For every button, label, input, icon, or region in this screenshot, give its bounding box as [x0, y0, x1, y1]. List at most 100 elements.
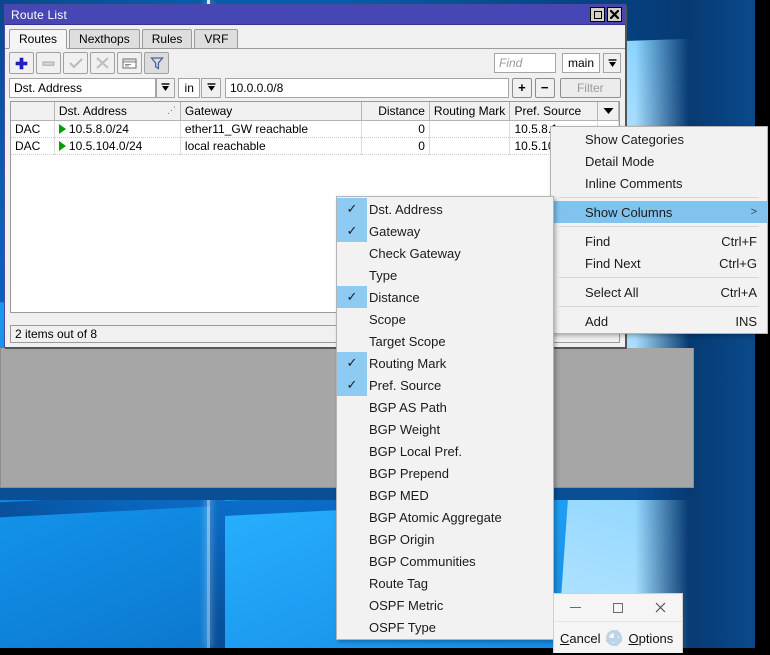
column-menu-item-label: Routing Mark — [369, 355, 447, 371]
options-button[interactable]: Options — [628, 631, 673, 646]
dialog-maximize-button[interactable] — [597, 594, 640, 621]
filter-add-button[interactable]: + — [512, 77, 532, 98]
column-menu-item[interactable]: BGP Communities — [337, 550, 553, 572]
column-menu-item[interactable]: BGP Atomic Aggregate — [337, 506, 553, 528]
routing-table-select[interactable]: main — [561, 53, 600, 73]
column-menu-item[interactable]: BGP Prepend — [337, 462, 553, 484]
window-titlebar: Route List — [5, 5, 625, 25]
column-menu-item[interactable]: BGP Local Pref. — [337, 440, 553, 462]
checkbox-empty-icon — [337, 242, 367, 264]
menu-item-detail-mode[interactable]: Detail Mode — [551, 150, 767, 172]
menu-item-find-next[interactable]: Find Next Ctrl+G — [551, 252, 767, 274]
add-button[interactable] — [9, 52, 34, 74]
column-menu-item[interactable]: Target Scope — [337, 330, 553, 352]
find-placeholder: Find — [498, 56, 523, 70]
menu-item-inline-comments[interactable]: Inline Comments — [551, 172, 767, 194]
filter-button[interactable] — [144, 52, 169, 74]
close-button[interactable] — [607, 7, 622, 22]
route-active-icon — [58, 141, 66, 151]
cell-routing-mark — [429, 137, 511, 155]
table-row[interactable]: DAC 10.5.8.0/24 ether11_GW reachable 0 1… — [11, 120, 619, 138]
enable-button[interactable] — [63, 52, 88, 74]
column-header-flags[interactable] — [11, 102, 55, 121]
column-menu-item-label: Dst. Address — [369, 201, 443, 217]
find-input[interactable]: Find — [493, 53, 556, 73]
tab-vrf[interactable]: VRF — [194, 29, 239, 48]
dialog-minimize-button[interactable] — [554, 594, 597, 621]
checkbox-empty-icon — [337, 462, 367, 484]
column-header-distance[interactable]: Distance — [361, 102, 430, 121]
filter-value-input[interactable]: 10.0.0.0/8 — [224, 77, 509, 98]
column-menu-item[interactable]: OSPF Type — [337, 616, 553, 638]
column-menu-item-label: Gateway — [369, 223, 421, 239]
menu-item-add[interactable]: Add INS — [551, 310, 767, 332]
cell-flags: DAC — [11, 137, 55, 155]
column-header-routing-mark[interactable]: Routing Mark — [429, 102, 511, 121]
disable-button[interactable] — [90, 52, 115, 74]
column-menu-item[interactable]: ✓ Routing Mark — [337, 352, 553, 374]
checkbox-empty-icon — [337, 440, 367, 462]
filter-operator-dropdown-icon[interactable] — [201, 77, 221, 98]
table-row[interactable]: DAC 10.5.104.0/24 local reachable 0 10.5… — [11, 137, 619, 155]
options-mnemonic: O — [628, 630, 639, 646]
column-menu-item[interactable]: Type — [337, 264, 553, 286]
options-rest: ptions — [638, 630, 674, 646]
column-chooser-button[interactable] — [597, 102, 619, 121]
column-menu-item[interactable]: ✓ Pref. Source — [337, 374, 553, 396]
filter-row: Dst. Address in 10.0.0.0/8 + − Filter — [5, 77, 625, 101]
column-menu-item[interactable]: BGP Weight — [337, 418, 553, 440]
column-menu-item[interactable]: BGP Origin — [337, 528, 553, 550]
remove-button[interactable] — [36, 52, 61, 74]
column-menu-item[interactable]: ✓ Gateway — [337, 220, 553, 242]
routing-table-dropdown-icon[interactable] — [603, 53, 621, 73]
cell-flags: DAC — [11, 120, 55, 138]
tab-bar: Routes Nexthops Rules VRF — [5, 25, 625, 49]
checkbox-empty-icon — [337, 484, 367, 506]
column-menu-item[interactable]: Route Tag — [337, 572, 553, 594]
maximize-button[interactable] — [590, 7, 605, 22]
column-menu-item[interactable]: BGP MED — [337, 484, 553, 506]
comment-button[interactable] — [117, 52, 142, 74]
column-menu-item-label: Route Tag — [369, 575, 429, 591]
checkmark-icon: ✓ — [337, 286, 367, 308]
routes-table: Dst. Address ⋰ Gateway Distance Routing … — [11, 102, 619, 155]
checkbox-empty-icon — [337, 572, 367, 594]
tab-nexthops[interactable]: Nexthops — [69, 29, 140, 48]
filter-value: 10.0.0.0/8 — [229, 80, 284, 95]
dialog-close-button[interactable] — [639, 594, 682, 621]
checkbox-empty-icon — [337, 396, 367, 418]
column-header-dst-address[interactable]: Dst. Address ⋰ — [54, 102, 181, 121]
menu-separator — [559, 226, 759, 227]
menu-item-show-categories[interactable]: Show Categories — [551, 128, 767, 150]
column-menu-item[interactable]: BGP AS Path — [337, 396, 553, 418]
menu-separator — [559, 306, 759, 307]
filter-field-dropdown-icon[interactable] — [155, 77, 176, 98]
filter-field-input[interactable]: Dst. Address — [9, 77, 156, 98]
menu-item-find[interactable]: Find Ctrl+F — [551, 230, 767, 252]
cell-distance: 0 — [361, 137, 430, 155]
tab-rules[interactable]: Rules — [141, 29, 193, 48]
cancel-button[interactable]: Cancel — [560, 631, 600, 646]
column-menu-item[interactable]: Check Gateway — [337, 242, 553, 264]
checkbox-empty-icon — [337, 616, 367, 638]
column-menu-item[interactable]: OSPF Metric — [337, 594, 553, 616]
menu-item-select-all[interactable]: Select All Ctrl+A — [551, 281, 767, 303]
column-header-pref-source[interactable]: Pref. Source — [509, 102, 599, 121]
filter-operator-value: in — [184, 80, 194, 95]
column-menu-item[interactable]: ✓ Dst. Address — [337, 198, 553, 220]
checkbox-empty-icon — [337, 418, 367, 440]
menu-item-show-columns[interactable]: Show Columns > — [551, 201, 767, 223]
checkbox-empty-icon — [337, 308, 367, 330]
filter-apply-button[interactable]: Filter — [559, 77, 621, 98]
cancel-rest: ancel — [569, 630, 601, 646]
tab-routes[interactable]: Routes — [9, 29, 68, 49]
column-menu-item[interactable]: ✓ Distance — [337, 286, 553, 308]
filter-remove-button[interactable]: − — [534, 77, 555, 98]
table-header-row: Dst. Address ⋰ Gateway Distance Routing … — [11, 102, 619, 121]
checkbox-empty-icon — [337, 550, 367, 572]
column-menu-item[interactable]: Scope — [337, 308, 553, 330]
window-title: Route List — [11, 7, 68, 22]
filter-operator-input[interactable]: in — [178, 77, 201, 98]
column-header-gateway[interactable]: Gateway — [180, 102, 362, 121]
checkmark-icon: ✓ — [337, 198, 367, 220]
